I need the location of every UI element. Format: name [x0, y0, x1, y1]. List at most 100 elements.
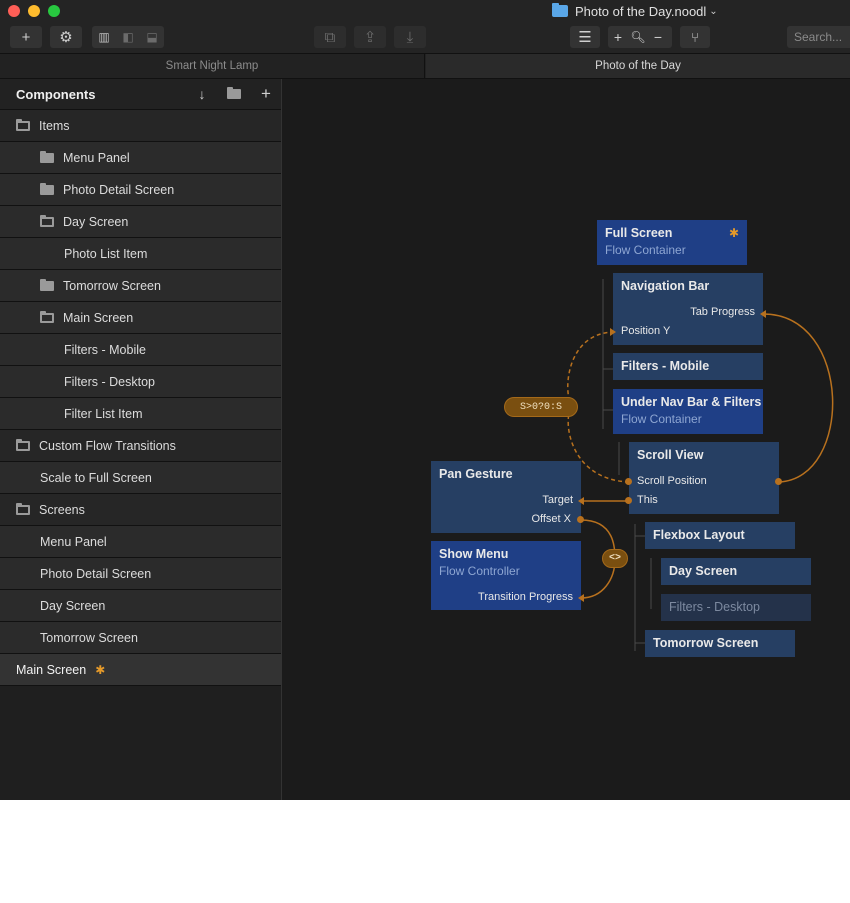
sidebar-item-day-screen[interactable]: Day Screen	[0, 590, 281, 622]
sidebar-item-photo-detail-screen[interactable]: Photo Detail Screen	[0, 174, 281, 206]
search-input[interactable]	[787, 26, 850, 48]
expression-node[interactable]: S>0?0:S	[504, 397, 578, 417]
title-bar: Photo of the Day.noodl ⌄	[0, 0, 850, 22]
port-transition-progress[interactable]: Transition Progress	[478, 591, 573, 603]
node-scroll-view[interactable]: Scroll View Scroll Position This	[629, 442, 779, 514]
sidebar-item-day-screen[interactable]: Day Screen	[0, 206, 281, 238]
input-arrow	[578, 497, 584, 505]
tab-smart-night-lamp[interactable]: Smart Night Lamp	[0, 54, 425, 78]
sidebar-item-tomorrow-screen[interactable]: Tomorrow Screen	[0, 622, 281, 654]
close-window-button[interactable]	[8, 5, 20, 17]
port-dot[interactable]	[625, 497, 632, 504]
folder-icon	[40, 150, 54, 163]
align-button[interactable]: ☰	[570, 26, 600, 48]
node-under-nav-bar[interactable]: Under Nav Bar & Filters Flow Container	[613, 389, 763, 434]
node-flexbox-layout[interactable]: Flexbox Layout	[645, 522, 795, 549]
node-day-screen[interactable]: Day Screen	[661, 558, 811, 585]
new-folder-button[interactable]	[225, 85, 243, 103]
sidebar-item-label: Filters - Desktop	[64, 374, 155, 389]
node-show-menu[interactable]: Show Menu Flow Controller Transition Pro…	[431, 541, 581, 610]
sidebar-item-tomorrow-screen[interactable]: Tomorrow Screen	[0, 270, 281, 302]
node-tomorrow-screen[interactable]: Tomorrow Screen	[645, 630, 795, 657]
node-full-screen[interactable]: Full Screen Flow Container ✱	[597, 220, 747, 265]
folder-open-icon	[40, 310, 54, 323]
input-arrow	[610, 328, 616, 336]
input-arrow	[760, 310, 766, 318]
sidebar-item-items[interactable]: Items	[0, 110, 281, 142]
sidebar-item-screens[interactable]: Screens	[0, 494, 281, 526]
sidebar-item-main-screen[interactable]: Main Screen	[0, 302, 281, 334]
node-title: Filters - Desktop	[669, 600, 760, 614]
settings-button[interactable]: ⚙	[50, 26, 82, 48]
layout-split-icon[interactable]: ⬓	[140, 26, 164, 48]
port-this[interactable]: This	[637, 494, 658, 506]
duplicate-button[interactable]: ⧉	[314, 26, 346, 48]
port-position-y[interactable]: Position Y	[621, 325, 670, 337]
node-title: Filters - Mobile	[621, 359, 710, 373]
inverse-node[interactable]: <>	[602, 549, 628, 568]
port-offset-x[interactable]: Offset X	[531, 513, 571, 525]
port-tab-progress[interactable]: Tab Progress	[690, 306, 755, 318]
import-button[interactable]: ⤓	[394, 26, 426, 48]
arrow-down-icon[interactable]: ↓	[193, 85, 211, 103]
chevron-down-icon: ⌄	[709, 5, 718, 17]
folder-open-icon	[16, 438, 30, 451]
port-dot[interactable]	[625, 478, 632, 485]
folder-open-icon	[40, 214, 54, 227]
sidebar-item-filters-desktop[interactable]: Filters - Desktop	[0, 366, 281, 398]
components-title: Components	[16, 86, 96, 102]
sidebar-item-label: Photo List Item	[64, 246, 148, 261]
sidebar-item-photo-list-item[interactable]: Photo List Item	[0, 238, 281, 270]
search-icon[interactable]: 🔍︎	[628, 26, 648, 48]
node-filters-desktop[interactable]: Filters - Desktop	[661, 594, 811, 621]
port-dot[interactable]	[577, 516, 584, 523]
node-pan-gesture[interactable]: Pan Gesture Target Offset X	[431, 461, 581, 533]
export-button[interactable]: ⇪	[354, 26, 386, 48]
layout-columns-icon[interactable]: ▥	[92, 26, 116, 48]
port-target[interactable]: Target	[542, 494, 573, 506]
zoom-window-button[interactable]	[48, 5, 60, 17]
download-icon: ⤓	[406, 28, 414, 46]
sidebar-item-label: Main Screen	[63, 310, 134, 325]
sidebar-item-label: Filter List Item	[64, 406, 143, 421]
sidebar-item-main-screen[interactable]: Main Screen ✱	[0, 654, 281, 686]
layout-toggle[interactable]: ▥ ◧ ⬓	[92, 26, 164, 48]
port-dot[interactable]	[775, 478, 782, 485]
sidebar-item-menu-panel[interactable]: Menu Panel	[0, 526, 281, 558]
node-graph-canvas[interactable]: S>0?0:S <> Full Screen Flow Container ✱ …	[283, 79, 850, 800]
sidebar-item-photo-detail-screen[interactable]: Photo Detail Screen	[0, 558, 281, 590]
add-component-button[interactable]: +	[257, 84, 275, 103]
sidebar-item-label: Menu Panel	[63, 150, 130, 165]
sidebar-item-custom-flow-transitions[interactable]: Custom Flow Transitions	[0, 430, 281, 462]
zoom-out-button[interactable]: −	[648, 26, 668, 48]
sidebar-item-label: Photo Detail Screen	[40, 566, 152, 581]
folder-icon	[40, 182, 54, 195]
sidebar-item-menu-panel[interactable]: Menu Panel	[0, 142, 281, 174]
node-title: Show Menu	[439, 547, 509, 561]
sidebar-item-filters-mobile[interactable]: Filters - Mobile	[0, 334, 281, 366]
node-title: Day Screen	[669, 564, 738, 578]
zoom-in-button[interactable]: +	[608, 26, 628, 48]
document-title[interactable]: Photo of the Day.noodl ⌄	[552, 2, 718, 20]
node-title: Flexbox Layout	[653, 528, 745, 542]
tab-photo-of-the-day[interactable]: Photo of the Day	[426, 54, 850, 78]
project-tabs: Smart Night Lamp Photo of the Day	[0, 54, 850, 79]
sidebar-item-label: Tomorrow Screen	[63, 278, 161, 293]
minimize-window-button[interactable]	[28, 5, 40, 17]
sidebar-item-filter-list-item[interactable]: Filter List Item	[0, 398, 281, 430]
sidebar-item-label: Main Screen	[16, 662, 87, 677]
node-title: Scroll View	[637, 448, 704, 462]
connection-wires	[567, 279, 834, 651]
node-title: Full Screen	[605, 226, 673, 240]
port-scroll-position[interactable]: Scroll Position	[637, 475, 707, 487]
sidebar-item-label: Photo Detail Screen	[63, 182, 175, 197]
node-filters-mobile[interactable]: Filters - Mobile	[613, 353, 763, 380]
node-navigation-bar[interactable]: Navigation Bar Tab Progress Position Y	[613, 273, 763, 345]
folder-open-icon	[16, 118, 30, 131]
sidebar-item-label: Filters - Mobile	[64, 342, 146, 357]
add-button[interactable]: +	[10, 26, 42, 48]
star-icon: ✱	[728, 226, 739, 240]
branch-button[interactable]: ⑂	[680, 26, 710, 48]
layout-sidebar-icon[interactable]: ◧	[116, 26, 140, 48]
sidebar-item-scale-to-full-screen[interactable]: Scale to Full Screen	[0, 462, 281, 494]
